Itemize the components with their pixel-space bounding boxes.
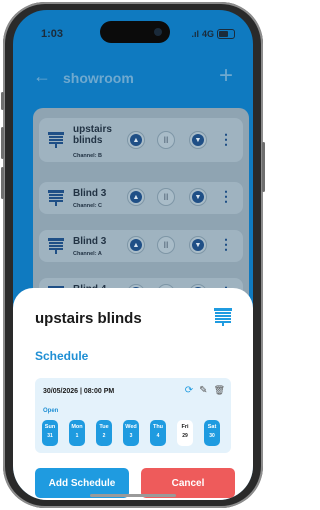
repeat-icon[interactable]: ⟳ [185,385,193,396]
add-device-button[interactable]: + [219,62,233,90]
camera-icon [154,28,162,36]
network-label: 4G [201,29,214,39]
device-name: upstairs blinds [73,124,112,146]
page-title: showroom [63,70,134,86]
edit-icon[interactable]: ✎ [199,385,207,396]
day-mon[interactable]: Mon 1 [69,420,85,446]
device-name: Blind 3 [73,236,107,247]
side-button-volume-down [1,167,4,199]
device-channel: Channel: C [73,203,103,209]
day-thu[interactable]: Thu 4 [150,420,166,446]
device-channel: Channel: A [73,251,102,257]
blind-up-button[interactable]: ▲ [127,236,145,254]
blind-pause-button[interactable]: II [157,188,175,206]
home-indicator [90,494,176,497]
day-sat[interactable]: Sat 30 [204,420,220,446]
blind-down-button[interactable]: ▼ [189,236,207,254]
back-arrow-icon[interactable]: ← [33,66,51,87]
side-button-power [262,142,265,192]
schedule-state: Open [43,408,59,414]
sheet-title: upstairs blinds [35,310,142,327]
device-card[interactable]: upstairs blinds Channel: B ▲ II ▼ ⋮ [39,118,243,162]
delete-icon[interactable]: 🗑 [214,385,225,396]
schedule-datetime: 30/05/2026 | 08:00 PM [43,388,115,395]
device-card[interactable]: Blind 3 Channel: A ▲ II ▼ ⋮ [39,230,243,262]
device-channel: Channel: B [73,153,103,159]
more-menu-icon[interactable]: ⋮ [219,237,233,251]
blind-pause-button[interactable]: II [157,131,175,149]
day-sun[interactable]: Sun 31 [42,420,58,446]
app-screen: 1:03 .ıl 4G ← showroom + upstairs blinds… [13,10,253,500]
status-indicators: .ıl 4G [191,29,235,39]
status-time: 1:03 [41,28,64,40]
device-name: Blind 3 [73,188,107,199]
bottom-sheet: upstairs blinds Schedule 30/05/2026 | 08… [13,288,253,500]
blind-down-button[interactable]: ▼ [189,131,207,149]
blind-up-button[interactable]: ▲ [127,131,145,149]
device-card[interactable]: Blind 3 Channel: C ▲ II ▼ ⋮ [39,182,243,214]
day-tue[interactable]: Tue 2 [96,420,112,446]
signal-icon: .ıl [191,29,199,39]
day-wed[interactable]: Wed 3 [123,420,139,446]
blind-device-icon [48,132,64,148]
blind-device-icon [214,308,232,326]
side-button-volume-up [1,127,4,159]
weekday-selector: Sun 31 Mon 1 Tue 2 Wed 3 Thu 4 Fri 29 Sat 30 [42,420,226,446]
blind-device-icon [48,190,64,206]
schedule-card[interactable]: 30/05/2026 | 08:00 PM ⟳ ✎ 🗑 Open Sun 31 M… [35,378,231,453]
more-menu-icon[interactable]: ⋮ [219,189,233,203]
schedule-actions: ⟳ ✎ 🗑 [185,385,225,396]
blind-device-icon [48,238,64,254]
day-fri[interactable]: Fri 29 [177,420,193,446]
battery-icon [217,29,235,39]
blind-up-button[interactable]: ▲ [127,188,145,206]
more-menu-icon[interactable]: ⋮ [219,132,233,146]
blind-down-button[interactable]: ▼ [189,188,207,206]
schedule-heading: Schedule [35,349,89,363]
app-header: ← showroom + [13,62,253,95]
dynamic-island [100,21,170,43]
side-button-action [1,92,4,110]
blind-pause-button[interactable]: II [157,236,175,254]
